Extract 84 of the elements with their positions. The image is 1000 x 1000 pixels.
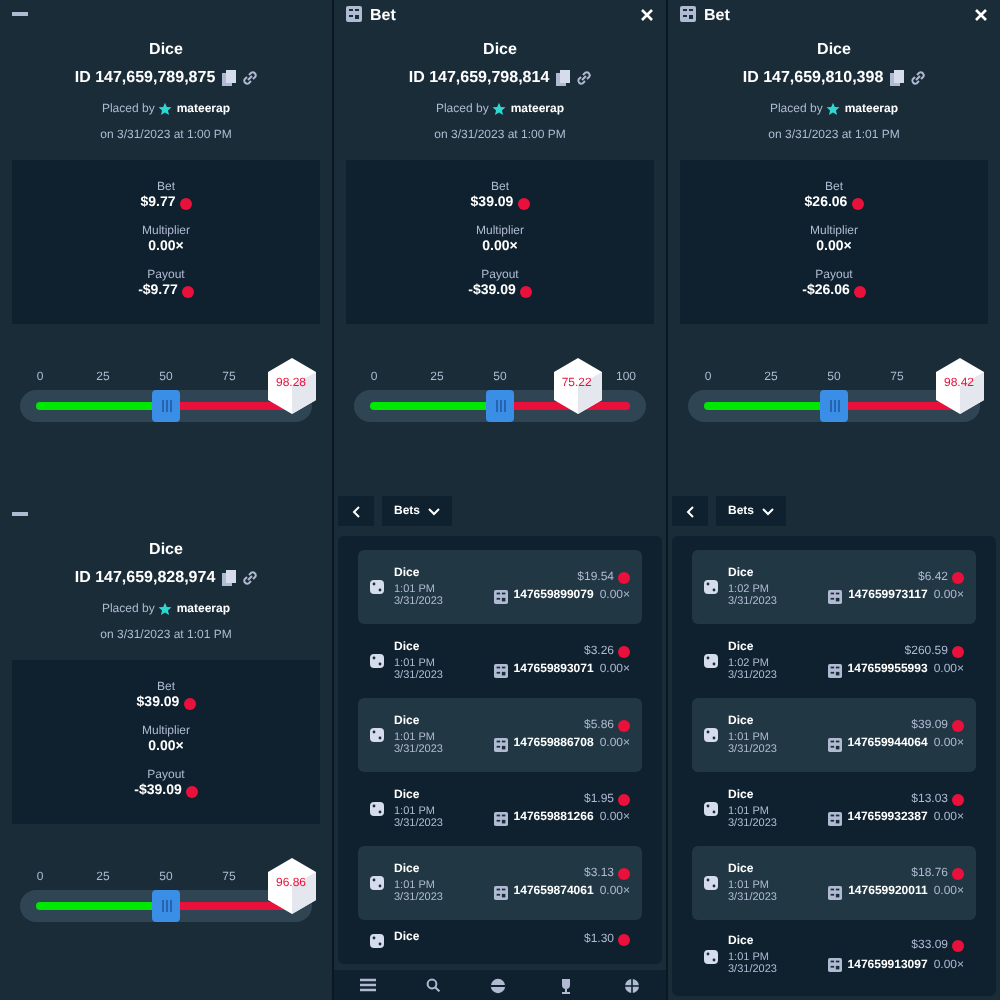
coin-icon — [618, 571, 630, 583]
bet-id: ID 147,659,789,875 — [74, 68, 216, 86]
star-icon — [826, 102, 841, 116]
close-icon[interactable] — [640, 7, 654, 21]
dice-icon — [704, 876, 718, 890]
coin-icon — [183, 697, 196, 709]
calculator-icon — [493, 811, 508, 825]
coin-icon — [181, 285, 194, 297]
ball-icon[interactable] — [624, 977, 641, 993]
dice-icon — [704, 654, 718, 668]
calculator-icon — [680, 6, 696, 22]
dice-icon — [704, 802, 718, 816]
coin-icon — [952, 940, 964, 952]
coin-icon — [618, 934, 630, 946]
dice-icon — [704, 580, 718, 594]
coin-icon — [952, 571, 964, 583]
dice-icon — [370, 728, 384, 742]
bet-id: ID 147,659,810,398 — [742, 68, 884, 86]
calculator-icon — [827, 737, 842, 751]
bet-id: ID 147,659,798,814 — [408, 68, 550, 86]
link-icon[interactable] — [241, 569, 258, 585]
calculator-icon — [827, 811, 842, 825]
star-icon — [492, 102, 507, 116]
coin-icon — [952, 719, 964, 731]
dice-icon — [704, 949, 718, 963]
bet-id: ID 147,659,828,974 — [74, 568, 216, 586]
game-title: Dice — [149, 540, 183, 558]
coin-icon — [519, 285, 532, 297]
chip-icon[interactable] — [490, 977, 507, 993]
calculator-icon — [827, 663, 842, 677]
link-icon[interactable] — [575, 69, 592, 85]
panel-title: Bet — [704, 5, 730, 23]
coin-icon — [517, 197, 530, 209]
coin-icon — [618, 719, 630, 731]
menu-icon[interactable] — [359, 978, 376, 992]
coin-icon — [952, 645, 964, 657]
chevron-down-icon — [762, 507, 775, 515]
calculator-icon — [828, 589, 843, 603]
coin-icon — [618, 867, 630, 879]
game-title: Dice — [149, 40, 183, 58]
coin-icon — [853, 285, 866, 297]
link-icon[interactable] — [909, 69, 926, 85]
calculator-icon — [827, 958, 842, 972]
star-icon — [158, 602, 173, 616]
calculator-icon — [346, 6, 362, 22]
chevron-left-icon — [686, 505, 694, 517]
calculator-icon — [493, 737, 508, 751]
coin-icon — [185, 785, 198, 797]
calculator-icon — [493, 589, 508, 603]
slider-thumb[interactable] — [152, 390, 180, 422]
calculator-icon — [493, 663, 508, 677]
copy-icon[interactable] — [889, 69, 904, 85]
dice-icon — [370, 933, 384, 947]
calculator-icon — [493, 885, 508, 899]
coin-icon — [179, 197, 192, 209]
slider-thumb[interactable] — [820, 390, 848, 422]
star-icon — [158, 102, 173, 116]
slider-thumb[interactable] — [152, 890, 180, 922]
chevron-left-icon — [352, 505, 360, 517]
chevron-down-icon — [428, 507, 441, 515]
dice-icon — [370, 802, 384, 816]
close-icon[interactable] — [974, 7, 988, 21]
trophy-icon[interactable] — [557, 977, 574, 993]
coin-icon — [618, 645, 630, 657]
copy-icon[interactable] — [555, 69, 570, 85]
game-title: Dice — [817, 40, 851, 58]
panel-title: Bet — [370, 5, 396, 23]
dice-icon — [704, 728, 718, 742]
search-icon[interactable] — [426, 978, 441, 992]
coin-icon — [851, 197, 864, 209]
dice-icon — [370, 654, 384, 668]
link-icon[interactable] — [241, 69, 258, 85]
copy-icon[interactable] — [221, 69, 236, 85]
dice-icon — [370, 876, 384, 890]
coin-icon — [952, 867, 964, 879]
dice-icon — [370, 580, 384, 594]
slider-thumb[interactable] — [486, 390, 514, 422]
back-button[interactable] — [338, 496, 374, 526]
coin-icon — [952, 793, 964, 805]
copy-icon[interactable] — [221, 569, 236, 585]
back-button[interactable] — [672, 496, 708, 526]
coin-icon — [618, 793, 630, 805]
calculator-icon — [828, 885, 843, 899]
game-title: Dice — [483, 40, 517, 58]
